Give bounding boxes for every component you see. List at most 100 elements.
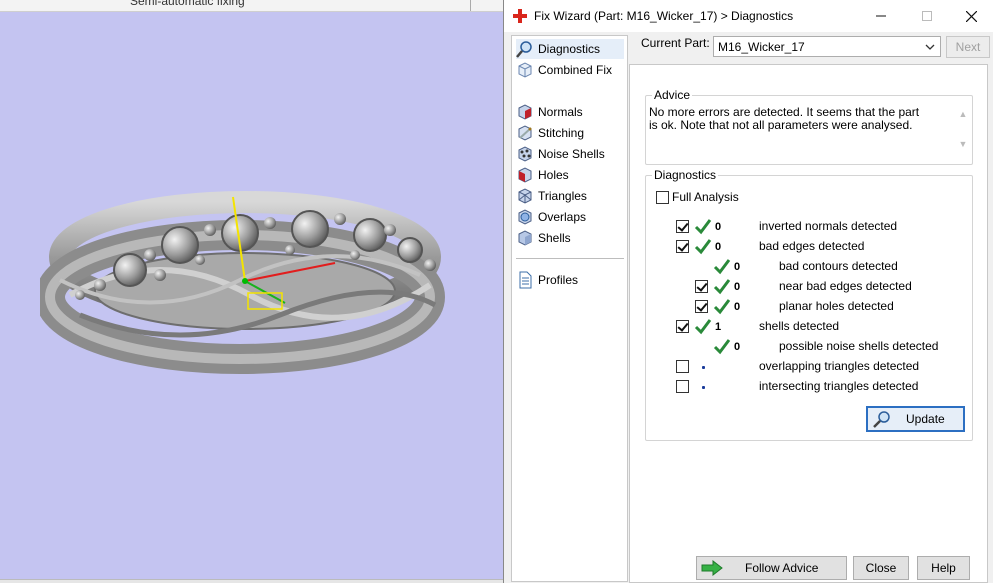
triangles-icon xyxy=(518,188,532,204)
red-cross-icon xyxy=(513,9,527,23)
diagnostics-panel: Advice No more errors are detected. It s… xyxy=(629,64,988,583)
nav-item-label: Overlaps xyxy=(538,210,587,224)
minimize-button[interactable] xyxy=(858,0,904,32)
noise-shells-count: 0 xyxy=(734,341,741,353)
nav-item-label: Normals xyxy=(538,105,583,119)
ring-model[interactable] xyxy=(40,185,460,385)
nav-item-label: Diagnostics xyxy=(538,42,601,56)
green-check-icon xyxy=(694,239,712,255)
current-part-label: Current Part: xyxy=(641,36,710,50)
3d-viewport[interactable]: Semi-automatic fixing xyxy=(0,0,503,583)
magnifier-icon xyxy=(516,41,532,58)
green-check-icon xyxy=(713,299,731,315)
near-bad-edges-checkbox[interactable] xyxy=(695,280,708,293)
not-analysed-dot xyxy=(702,366,705,369)
toolbar-divider xyxy=(470,0,471,11)
shells-checkbox[interactable] xyxy=(676,320,689,333)
nav-item-label: Triangles xyxy=(538,189,587,203)
green-check-icon xyxy=(713,279,731,295)
update-button-label: Update xyxy=(906,412,945,426)
bad-contours-label: bad contours detected xyxy=(779,259,898,273)
scroll-down-icon[interactable]: ▼ xyxy=(958,140,968,149)
cube-icon xyxy=(518,62,532,78)
nav-item-label: Shells xyxy=(538,231,571,245)
current-part-select[interactable]: M16_Wicker_17 xyxy=(713,36,941,57)
nav-item-label: Combined Fix xyxy=(538,63,613,77)
viewport-statusbar xyxy=(0,579,503,583)
nav-item-noise-shells[interactable]: Noise Shells xyxy=(516,144,624,164)
close-window-button[interactable] xyxy=(948,0,993,32)
diagnostics-group: Diagnostics Full Analysis 0 inverted nor… xyxy=(645,168,973,441)
shells-label: shells detected xyxy=(759,319,840,333)
green-arrow-icon xyxy=(701,560,723,576)
nav-item-normals[interactable]: Normals xyxy=(516,102,624,122)
overlapping-triangles-checkbox[interactable] xyxy=(676,360,689,373)
nav-divider xyxy=(516,258,624,259)
not-analysed-dot xyxy=(702,386,705,389)
update-button[interactable]: Update xyxy=(866,406,965,432)
scroll-up-icon[interactable]: ▲ xyxy=(958,110,968,119)
viewport-toolbar-label: Semi-automatic fixing xyxy=(130,0,245,8)
overlapping-triangles-label: overlapping triangles detected xyxy=(759,359,920,373)
nav-item-overlaps[interactable]: Overlaps xyxy=(516,207,624,227)
nav-item-label: Profiles xyxy=(538,273,579,287)
advice-group: Advice No more errors are detected. It s… xyxy=(645,88,973,165)
normals-cube-icon xyxy=(518,104,532,120)
chevron-down-icon xyxy=(925,44,935,50)
follow-advice-button[interactable]: Follow Advice xyxy=(696,556,847,580)
close-icon xyxy=(965,10,977,22)
close-button-label: Close xyxy=(865,561,897,575)
nav-item-stitching[interactable]: Stitching xyxy=(516,123,624,143)
inverted-normals-checkbox[interactable] xyxy=(676,220,689,233)
nav-item-label: Holes xyxy=(538,168,569,182)
nav-item-holes[interactable]: Holes xyxy=(516,165,624,185)
shells-icon xyxy=(518,230,532,246)
nav-item-shells[interactable]: Shells xyxy=(516,228,624,248)
green-check-icon xyxy=(713,339,731,355)
nav-item-profiles[interactable]: Profiles xyxy=(516,270,624,290)
document-icon xyxy=(519,271,532,289)
follow-advice-label: Follow Advice xyxy=(745,561,819,575)
diagnostics-group-label: Diagnostics xyxy=(652,168,719,182)
next-button-label: Next xyxy=(955,40,981,54)
advice-scrollbar[interactable]: ▲ ▼ xyxy=(956,106,970,154)
near-bad-edges-label: near bad edges detected xyxy=(779,279,912,293)
nav-item-diagnostics[interactable]: Diagnostics xyxy=(516,39,624,59)
planar-holes-checkbox[interactable] xyxy=(695,300,708,313)
full-analysis-checkbox[interactable] xyxy=(656,191,669,204)
planar-holes-count: 0 xyxy=(734,301,741,313)
wizard-navigation: Diagnostics Combined Fix Normals Stitchi… xyxy=(511,35,628,582)
title-bar: Fix Wizard (Part: M16_Wicker_17) > Diagn… xyxy=(504,0,993,32)
near-bad-edges-count: 0 xyxy=(734,281,741,293)
shells-count: 1 xyxy=(715,321,722,333)
next-button[interactable]: Next xyxy=(946,36,990,58)
overlaps-icon xyxy=(518,209,532,225)
current-part-value: M16_Wicker_17 xyxy=(718,39,805,54)
maximize-icon xyxy=(922,11,932,21)
noise-shells-icon xyxy=(518,146,532,162)
minimize-icon xyxy=(876,15,886,17)
nav-item-label: Noise Shells xyxy=(538,147,605,161)
maximize-button[interactable] xyxy=(904,0,950,32)
bad-edges-count: 0 xyxy=(715,241,722,253)
green-check-icon xyxy=(694,219,712,235)
viewport-toolbar: Semi-automatic fixing xyxy=(0,0,503,12)
bad-edges-checkbox[interactable] xyxy=(676,240,689,253)
help-button-label: Help xyxy=(931,561,956,575)
nav-item-combined-fix[interactable]: Combined Fix xyxy=(516,60,624,80)
bad-edges-label: bad edges detected xyxy=(759,239,865,253)
inverted-normals-count: 0 xyxy=(715,221,722,233)
nav-item-label: Stitching xyxy=(538,126,585,140)
full-analysis-label: Full Analysis xyxy=(672,190,739,204)
nav-item-triangles[interactable]: Triangles xyxy=(516,186,624,206)
intersecting-triangles-label: intersecting triangles detected xyxy=(759,379,919,393)
help-button[interactable]: Help xyxy=(917,556,970,580)
close-button[interactable]: Close xyxy=(853,556,909,580)
green-check-icon xyxy=(694,319,712,335)
fix-wizard-dialog: Fix Wizard (Part: M16_Wicker_17) > Diagn… xyxy=(503,0,993,583)
stitching-icon xyxy=(518,125,532,141)
intersecting-triangles-checkbox[interactable] xyxy=(676,380,689,393)
holes-icon xyxy=(518,167,532,183)
noise-shells-label: possible noise shells detected xyxy=(779,339,939,353)
green-check-icon xyxy=(713,259,731,275)
